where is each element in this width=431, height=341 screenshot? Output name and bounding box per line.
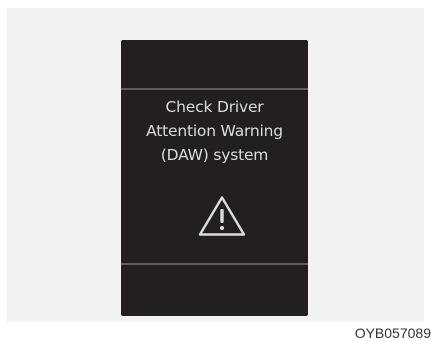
message-line-2: Attention Warning [146, 122, 283, 140]
cluster-display: Check Driver Attention Warning (DAW) sys… [121, 40, 308, 316]
message-line-1: Check Driver [165, 98, 264, 116]
warning-triangle-icon [198, 196, 246, 236]
warning-message: Check Driver Attention Warning (DAW) sys… [121, 95, 308, 167]
figure-frame: Check Driver Attention Warning (DAW) sys… [0, 0, 431, 341]
message-line-3: (DAW) system [160, 146, 269, 164]
bottom-divider [121, 263, 308, 265]
top-divider [121, 88, 308, 90]
figure-code: OYB057089 [354, 325, 431, 341]
